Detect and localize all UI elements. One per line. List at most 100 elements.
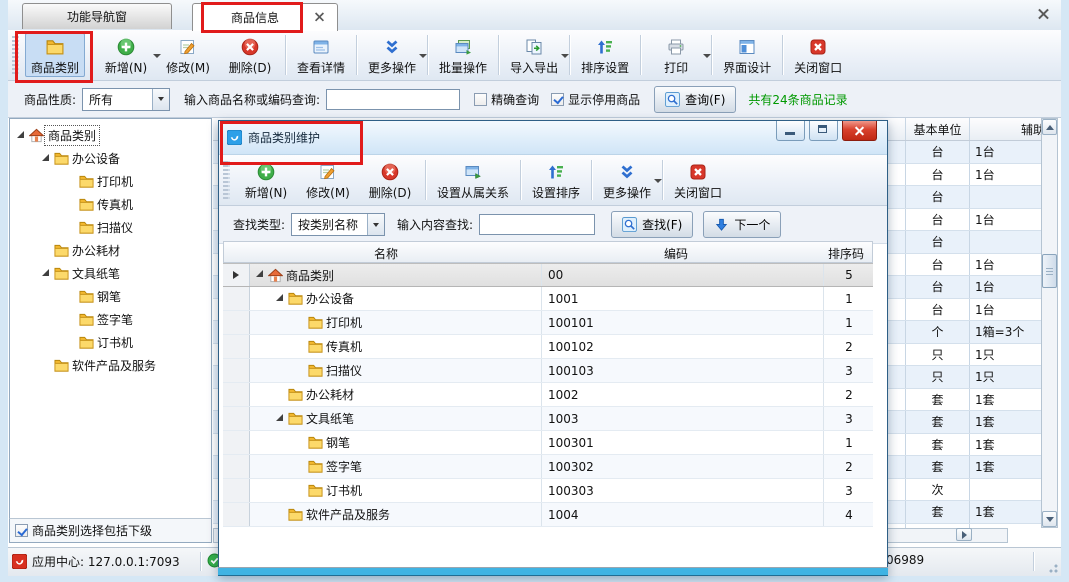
exact-query-checkbox[interactable]: 精确查询 (474, 91, 539, 108)
cell-base-unit: 台 (905, 276, 970, 298)
dropdown-caret-icon[interactable] (419, 54, 427, 58)
dialog-title-bar[interactable]: 商品类别维护 (219, 121, 887, 155)
table-row[interactable]: 办公设备10011 (223, 287, 873, 311)
cell-base-unit: 次 (905, 479, 970, 501)
column-header-base-unit[interactable]: 基本单位 (905, 118, 970, 140)
tab-product-info[interactable]: 商品信息 (192, 3, 338, 31)
product-search-input[interactable] (326, 89, 460, 110)
next-button[interactable]: 下一个 (703, 211, 781, 238)
table-row[interactable]: 文具纸笔10033 (223, 407, 873, 431)
dialog-toolbar-button-add[interactable]: 新增(N) (236, 158, 296, 202)
table-row[interactable]: 签字笔1003022 (223, 455, 873, 479)
table-row[interactable]: 商品类别005 (223, 263, 873, 287)
tree-item[interactable]: 签字笔 (10, 308, 211, 331)
expand-arrow-icon[interactable] (16, 131, 29, 141)
include-sub-checkbox-row[interactable]: 商品类别选择包括下级 (9, 518, 212, 543)
product-search-label: 输入商品名称或编码查询: (184, 91, 320, 108)
expand-arrow-icon[interactable] (255, 270, 268, 280)
column-header-aux-unit[interactable]: 辅助 (969, 118, 1041, 140)
dialog-toolbar-button-edit[interactable]: 修改(M) (298, 158, 358, 202)
tree-item[interactable]: 文具纸笔 (10, 262, 211, 285)
tree-item[interactable]: 打印机 (10, 170, 211, 193)
tree-item[interactable]: 软件产品及服务 (10, 354, 211, 377)
dialog-toolbar-button-more-actions[interactable]: 更多操作 (597, 158, 657, 202)
find-input[interactable] (479, 214, 595, 235)
table-row[interactable]: 传真机1001022 (223, 335, 873, 359)
toolbar-button-close-window[interactable]: 关闭窗口 (788, 33, 848, 77)
tab-function-navigation[interactable]: 功能导航窗 (22, 3, 172, 29)
close-button[interactable] (842, 121, 877, 141)
scrollbar-thumb[interactable] (1042, 254, 1057, 288)
tree-item[interactable]: 商品类别 (10, 124, 211, 147)
dialog-toolbar-button-close-window[interactable]: 关闭窗口 (668, 158, 728, 202)
resize-grip[interactable] (1046, 561, 1058, 573)
dialog-toolbar-button-set-sort[interactable]: 设置排序 (526, 158, 586, 202)
expand-arrow-icon[interactable] (41, 269, 54, 279)
product-nature-label: 商品性质: (24, 91, 76, 108)
toolbar-button-print[interactable]: 打印 (646, 33, 706, 77)
toolbar-grip[interactable] (12, 36, 19, 74)
toolbar-button-delete[interactable]: 删除(D) (220, 33, 280, 77)
find-type-select[interactable]: 按类别名称 (291, 213, 385, 236)
column-header-code[interactable]: 编码 (664, 245, 688, 262)
toolbar-button-add[interactable]: 新增(N) (96, 33, 156, 77)
cell-name: 软件产品及服务 (249, 503, 567, 526)
scroll-right-button[interactable] (956, 528, 972, 541)
minimize-button[interactable] (776, 121, 805, 141)
toolbar-button-import-export[interactable]: 导入导出 (504, 33, 564, 77)
tree-item[interactable]: 钢笔 (10, 285, 211, 308)
scroll-down-button[interactable] (1042, 511, 1057, 527)
expand-arrow-icon[interactable] (275, 414, 288, 424)
column-header-sort[interactable]: 排序码 (828, 245, 864, 262)
folder-icon (54, 358, 69, 373)
toolbar-separator (425, 160, 426, 200)
show-disabled-checkbox[interactable]: 显示停用商品 (551, 91, 640, 108)
scroll-up-button[interactable] (1042, 119, 1057, 135)
checkbox-checked-icon[interactable] (15, 524, 28, 537)
table-row[interactable]: 办公耗材10022 (223, 383, 873, 407)
table-row[interactable]: 扫描仪1001033 (223, 359, 873, 383)
dialog-toolbar-button-delete[interactable]: 删除(D) (360, 158, 420, 202)
toolbar-button-view-details[interactable]: 查看详情 (291, 33, 351, 77)
tree-item[interactable]: 扫描仪 (10, 216, 211, 239)
checkbox-icon[interactable] (474, 93, 487, 106)
cell-name: 办公耗材 (249, 383, 567, 406)
table-row[interactable]: 打印机1001011 (223, 311, 873, 335)
vertical-scrollbar[interactable] (1041, 118, 1058, 528)
toolbar-button-ui-design[interactable]: 界面设计 (717, 33, 777, 77)
tree-item[interactable]: 办公耗材 (10, 239, 211, 262)
product-nature-select[interactable]: 所有 (82, 88, 170, 111)
window-close-icon[interactable] (1038, 8, 1049, 22)
chevron-down-icon[interactable] (152, 89, 169, 110)
dropdown-caret-icon[interactable] (561, 54, 569, 58)
dialog-toolbar-button-set-subordination[interactable]: 设置从属关系 (431, 158, 515, 202)
checkbox-checked-icon[interactable] (551, 93, 564, 106)
arrow-up-icon (1046, 125, 1054, 130)
cell-base-unit: 只 (905, 366, 970, 388)
dropdown-caret-icon[interactable] (703, 54, 711, 58)
tab-close-icon[interactable] (314, 11, 325, 22)
toolbar-grip[interactable] (223, 161, 230, 199)
column-header-name[interactable]: 名称 (374, 245, 398, 262)
tree-item[interactable]: 办公设备 (10, 147, 211, 170)
toolbar-button-edit[interactable]: 修改(M) (158, 33, 218, 77)
find-button[interactable]: 查找(F) (611, 211, 693, 238)
dropdown-caret-icon[interactable] (654, 179, 662, 183)
toolbar-button-sort-settings[interactable]: 排序设置 (575, 33, 635, 77)
toolbar-button-product-category[interactable]: 商品类别 (25, 33, 85, 77)
expand-arrow-icon[interactable] (275, 294, 288, 304)
table-row[interactable]: 软件产品及服务10044 (223, 503, 873, 527)
toolbar-button-more-actions[interactable]: 更多操作 (362, 33, 422, 77)
toolbar-button-batch-actions[interactable]: 批量操作 (433, 33, 493, 77)
tree-item[interactable]: 传真机 (10, 193, 211, 216)
tree-item[interactable]: 订书机 (10, 331, 211, 354)
table-row[interactable]: 钢笔1003011 (223, 431, 873, 455)
folder-icon (54, 151, 69, 166)
arrow-right-icon (962, 531, 967, 539)
query-button[interactable]: 查询(F) (654, 86, 736, 113)
dialog-bottom-border (218, 567, 888, 576)
maximize-button[interactable] (809, 121, 838, 141)
expand-arrow-icon[interactable] (41, 154, 54, 164)
chevron-down-icon[interactable] (367, 214, 384, 235)
table-row[interactable]: 订书机1003033 (223, 479, 873, 503)
